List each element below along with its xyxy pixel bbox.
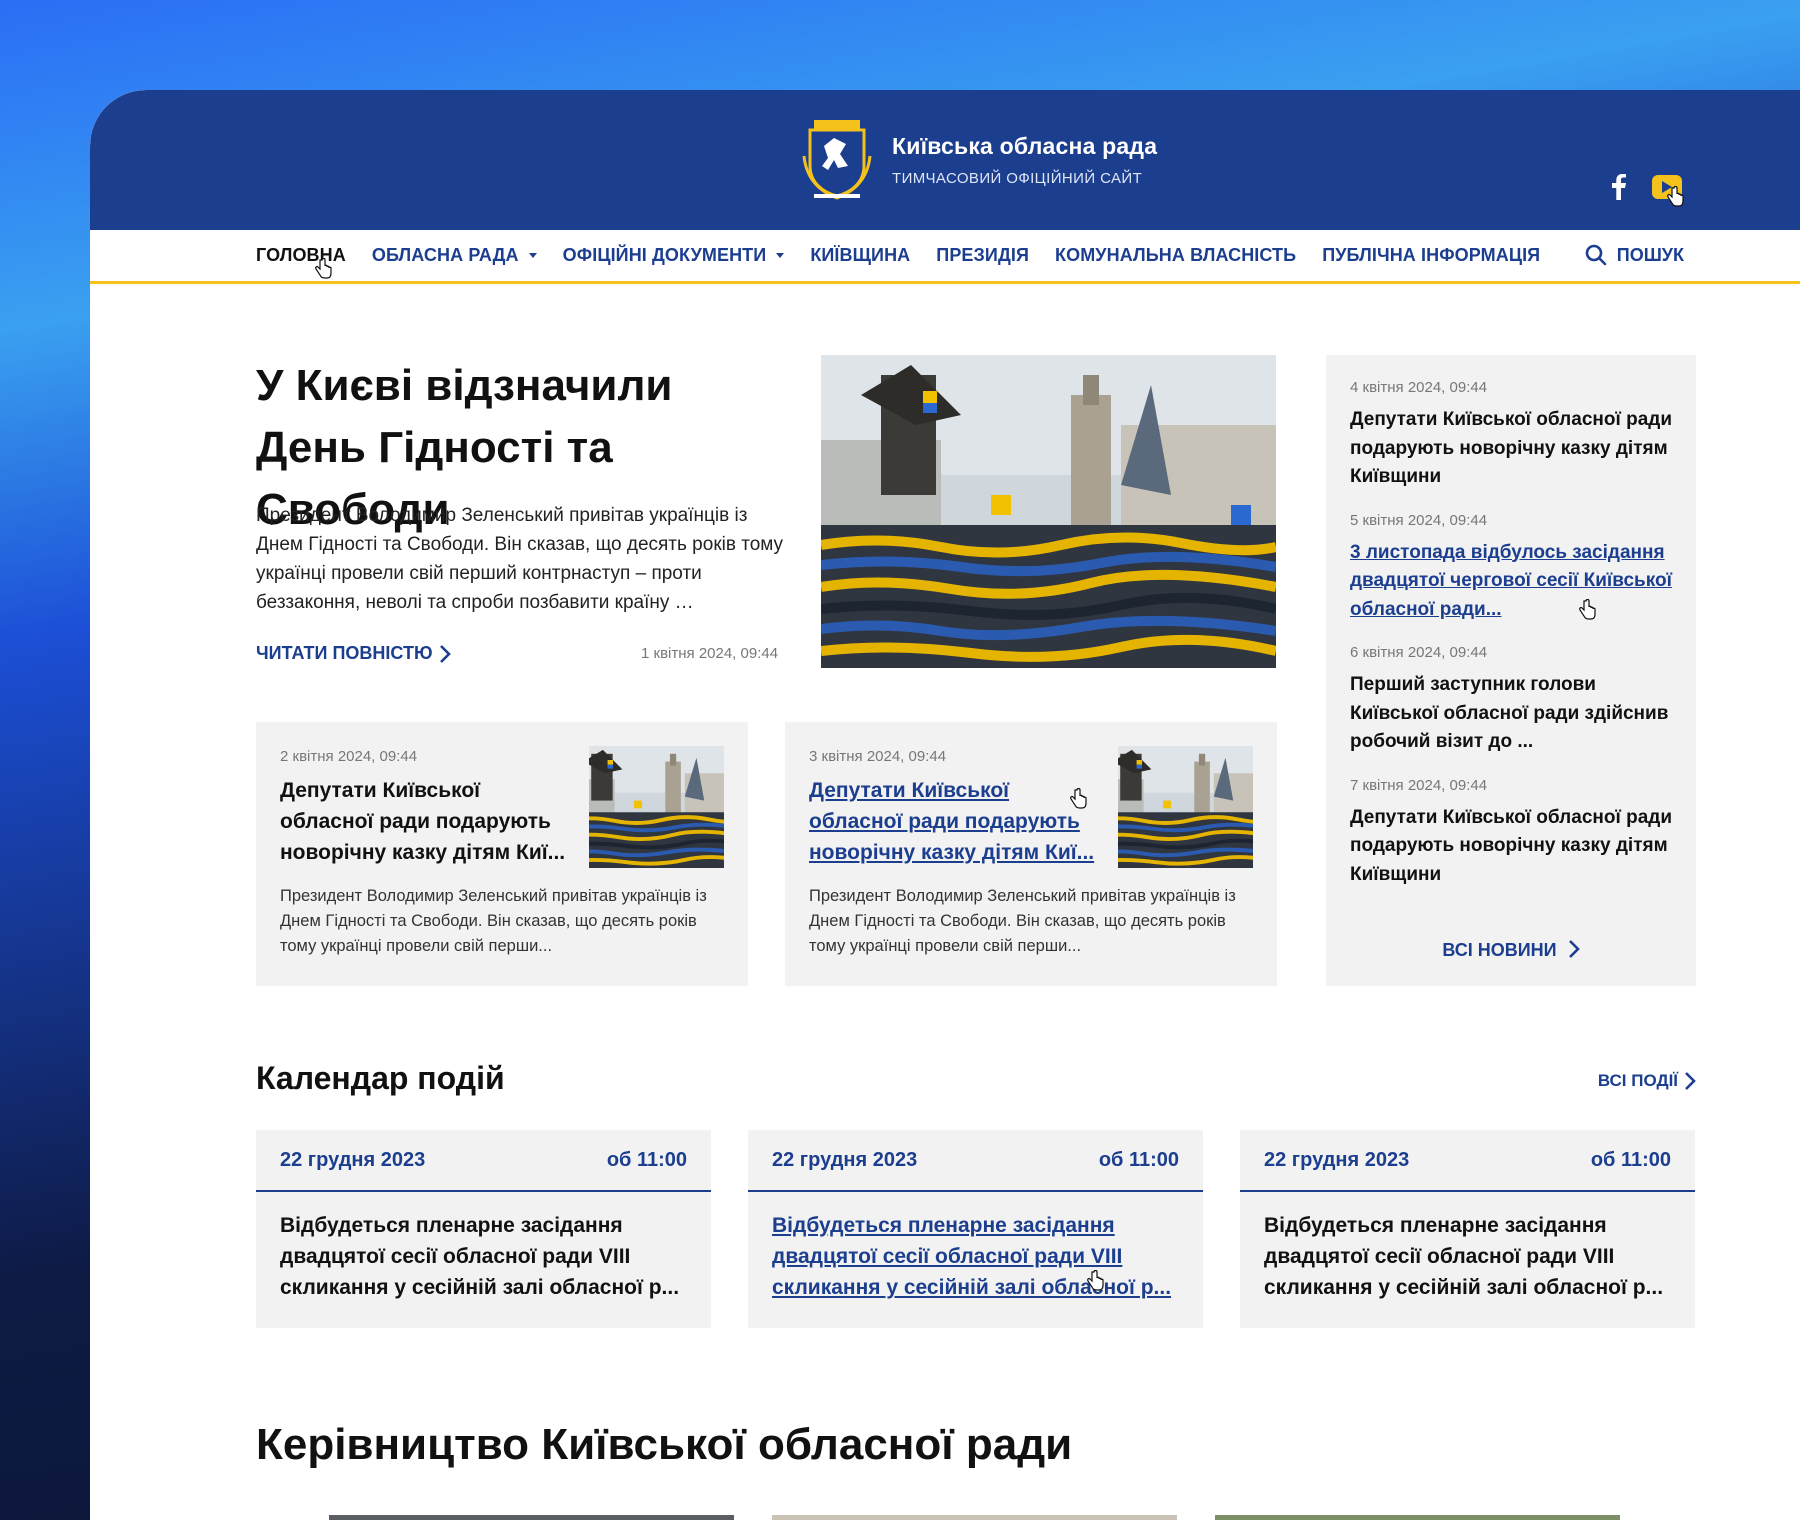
event-card[interactable]: 22 грудня 2023 об 11:00 Відбудеться плена… [748,1130,1203,1328]
nav-item-public-information[interactable]: ПУБЛІЧНА ІНФОРМАЦІЯ [1322,245,1540,266]
side-news-item[interactable]: 5 квітня 2024, 09:44 3 листопада відбуло… [1350,512,1672,625]
news-card-date: 2 квітня 2024, 09:44 [280,748,418,765]
pointer-cursor-icon [1086,1270,1104,1292]
main-nav: ГОЛОВНА ОБЛАСНА РАДА ОФІЦІЙНІ ДОКУМЕНТИ … [90,230,1800,284]
nav-item-official-documents[interactable]: ОФІЦІЙНІ ДОКУМЕНТИ [563,245,785,266]
event-time: об 11:00 [1590,1148,1671,1171]
event-time: об 11:00 [606,1148,687,1171]
browser-window: Київська обласна рада ТИМЧАСОВИЙ ОФІЦІЙН… [90,90,1800,1520]
side-news-title[interactable]: 3 листопада відбулось засідання двадцято… [1350,539,1672,625]
site-logo[interactable]: Київська обласна рада ТИМЧАСОВИЙ ОФІЦІЙН… [800,116,1157,204]
leader-photo[interactable] [1215,1515,1620,1520]
chevron-right-icon [439,644,451,663]
chevron-down-icon [528,253,537,258]
leadership-title: Керівництво Київської обласної ради [256,1420,1073,1469]
chevron-down-icon [776,253,785,258]
all-news-link[interactable]: ВСІ НОВИНИ [1326,939,1696,961]
news-card-title[interactable]: Депутати Київської обласної ради подарую… [809,775,1099,868]
search-label: ПОШУК [1616,244,1684,265]
news-card-image[interactable] [589,746,724,868]
side-news-item[interactable]: 6 квітня 2024, 09:44 Перший заступник го… [1350,644,1672,757]
site-header: Київська обласна рада ТИМЧАСОВИЙ ОФІЦІЙН… [90,90,1800,230]
news-card[interactable]: 2 квітня 2024, 09:44 Депутати Київської … [256,722,748,986]
nav-item-oblast-council[interactable]: ОБЛАСНА РАДА [372,245,537,266]
chevron-right-icon [1568,940,1580,958]
event-date: 22 грудня 2023 [772,1148,918,1171]
hero-date: 1 квітня 2024, 09:44 [641,645,779,662]
news-card-image[interactable] [1118,746,1253,868]
pointer-cursor-icon [1069,788,1087,810]
all-events-link[interactable]: ВСІ ПОДІЇ [1598,1071,1696,1091]
event-card[interactable]: 22 грудня 2023 об 11:00 Відбудеться плена… [1240,1130,1695,1328]
leader-photo[interactable] [329,1515,734,1520]
site-subtitle: ТИМЧАСОВИЙ ОФІЦІЙНИЙ САЙТ [892,170,1143,187]
nav-item-kyiv-region[interactable]: КИЇВЩИНА [810,245,910,266]
chevron-right-icon [1685,1072,1696,1090]
facebook-icon[interactable] [1608,172,1630,202]
event-text[interactable]: Відбудеться пленарне засідання двадцятої… [1240,1192,1695,1303]
nav-item-communal-property[interactable]: КОМУНАЛЬНА ВЛАСНІСТЬ [1055,245,1296,266]
side-news-date: 5 квітня 2024, 09:44 [1350,511,1488,529]
site-title: Київська обласна рада [892,133,1158,159]
news-card-title[interactable]: Депутати Київської обласної ради подарую… [280,775,570,868]
side-news-date: 7 квітня 2024, 09:44 [1350,776,1488,794]
nav-item-home[interactable]: ГОЛОВНА [256,245,346,266]
leader-photo[interactable] [772,1515,1177,1520]
side-news-panel: 4 квітня 2024, 09:44 Депутати Київської … [1326,355,1696,986]
search-icon [1585,244,1607,266]
event-card[interactable]: 22 грудня 2023 об 11:00 Відбудеться плена… [256,1130,711,1328]
events-title: Календар подій [256,1060,505,1096]
side-news-date: 6 квітня 2024, 09:44 [1350,644,1488,661]
side-news-item[interactable]: 7 квітня 2024, 09:44 Депутати Київської … [1350,777,1672,890]
side-news-item[interactable]: 4 квітня 2024, 09:44 Депутати Київської … [1350,379,1672,492]
nav-item-presidium[interactable]: ПРЕЗИДІЯ [936,245,1029,266]
pointer-cursor-icon [314,258,332,280]
search-button[interactable]: ПОШУК [1585,244,1684,266]
side-news-date: 4 квітня 2024, 09:44 [1350,379,1488,396]
side-news-title[interactable]: Депутати Київської обласної ради подарую… [1350,406,1672,492]
coat-of-arms-icon [802,120,872,200]
event-date: 22 грудня 2023 [1264,1148,1410,1171]
pointer-cursor-icon [1666,186,1684,208]
news-card[interactable]: 3 квітня 2024, 09:44 Депутати Київської … [785,722,1277,986]
event-text[interactable]: Відбудеться пленарне засідання двадцятої… [748,1192,1203,1303]
event-text[interactable]: Відбудеться пленарне засідання двадцятої… [256,1192,711,1303]
side-news-title[interactable]: Перший заступник голови Київської обласн… [1350,671,1672,757]
pointer-cursor-icon [1578,599,1596,621]
read-more-link[interactable]: ЧИТАТИ ПОВНІСТЮ [256,643,451,664]
event-time: об 11:00 [1098,1148,1179,1171]
event-date: 22 грудня 2023 [280,1148,426,1171]
news-card-excerpt: Президент Володимир Зеленський привітав … [280,887,707,955]
news-card-date: 3 квітня 2024, 09:44 [809,748,947,765]
side-news-title[interactable]: Депутати Київської обласної ради подарую… [1350,804,1672,890]
news-card-excerpt: Президент Володимир Зеленський привітав … [809,887,1236,955]
hero-image[interactable] [821,355,1276,668]
hero-text: Президент Володимир Зеленський привітав … [256,505,784,613]
